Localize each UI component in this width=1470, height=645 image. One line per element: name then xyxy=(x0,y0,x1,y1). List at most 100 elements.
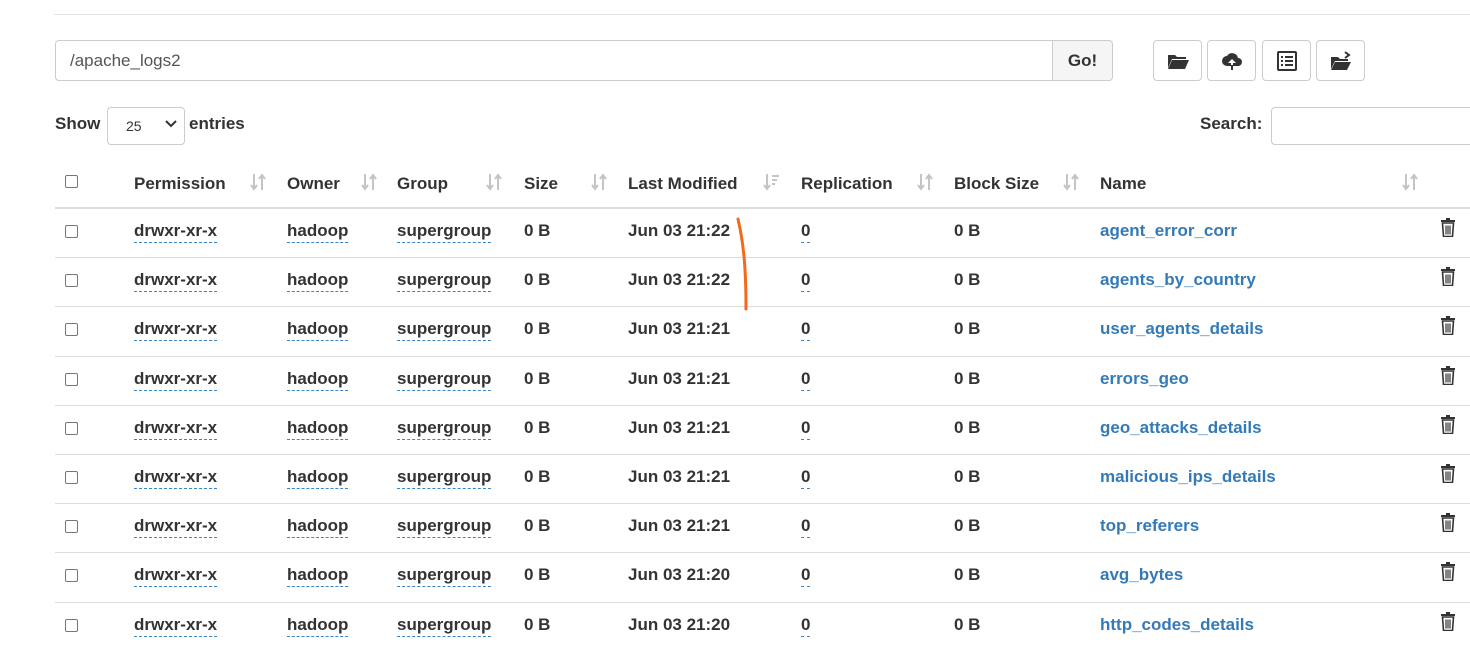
select-all-checkbox[interactable] xyxy=(65,175,78,188)
trash-icon[interactable] xyxy=(1440,414,1456,434)
last-modified-cell: Jun 03 21:21 xyxy=(628,368,731,388)
row-checkbox[interactable] xyxy=(65,520,78,534)
permission-cell[interactable]: drwxr-xr-x xyxy=(134,319,218,342)
last-modified-cell: Jun 03 21:21 xyxy=(628,319,731,339)
replication-cell[interactable]: 0 xyxy=(801,270,811,293)
owner-cell[interactable]: hadoop xyxy=(287,369,349,391)
name-link[interactable]: user_agents_details xyxy=(1100,319,1263,339)
row-checkbox[interactable] xyxy=(65,421,78,435)
folder-open-icon xyxy=(1167,54,1189,69)
sort-icon[interactable] xyxy=(1062,172,1080,192)
row-checkbox[interactable] xyxy=(65,323,78,337)
permission-cell[interactable]: drwxr-xr-x xyxy=(134,516,218,539)
row-checkbox[interactable] xyxy=(65,274,78,288)
replication-cell[interactable]: 0 xyxy=(801,615,811,637)
name-link[interactable]: agent_error_corr xyxy=(1100,221,1237,241)
column-header-name[interactable]: Name xyxy=(1100,174,1146,194)
sort-icon[interactable] xyxy=(916,172,934,192)
permission-cell[interactable]: drwxr-xr-x xyxy=(134,369,218,391)
trash-icon[interactable] xyxy=(1440,513,1456,533)
go-button[interactable]: Go! xyxy=(1052,40,1113,81)
replication-cell[interactable]: 0 xyxy=(801,467,811,489)
search-input[interactable] xyxy=(1271,107,1470,145)
path-bar: Go! xyxy=(55,40,1113,81)
owner-cell[interactable]: hadoop xyxy=(287,319,349,342)
name-link[interactable]: avg_bytes xyxy=(1100,565,1183,585)
replication-cell[interactable]: 0 xyxy=(801,319,811,342)
owner-cell[interactable]: hadoop xyxy=(287,516,349,539)
size-cell: 0 B xyxy=(524,319,551,339)
row-checkbox[interactable] xyxy=(65,618,78,632)
owner-cell[interactable]: hadoop xyxy=(287,418,349,440)
group-cell[interactable]: supergroup xyxy=(397,467,492,489)
group-cell[interactable]: supergroup xyxy=(397,221,492,243)
row-checkbox[interactable] xyxy=(65,569,78,583)
group-cell[interactable]: supergroup xyxy=(397,615,492,637)
owner-cell[interactable]: hadoop xyxy=(287,221,349,243)
column-header-size[interactable]: Size xyxy=(524,174,558,194)
owner-cell[interactable]: hadoop xyxy=(287,565,349,588)
permission-cell[interactable]: drwxr-xr-x xyxy=(134,221,218,243)
entries-select-value: 25 xyxy=(126,118,142,134)
owner-cell[interactable]: hadoop xyxy=(287,615,349,637)
replication-cell[interactable]: 0 xyxy=(801,369,811,391)
name-link[interactable]: geo_attacks_details xyxy=(1100,418,1262,438)
show-label: Show xyxy=(55,114,101,133)
create-directory-button[interactable] xyxy=(1153,40,1202,81)
trash-icon[interactable] xyxy=(1440,562,1456,582)
trash-icon[interactable] xyxy=(1440,365,1456,385)
group-cell[interactable]: supergroup xyxy=(397,418,492,440)
permission-cell[interactable]: drwxr-xr-x xyxy=(134,565,218,588)
trash-icon[interactable] xyxy=(1440,267,1456,287)
last-modified-cell: Jun 03 21:21 xyxy=(628,417,731,437)
replication-cell[interactable]: 0 xyxy=(801,565,811,588)
size-cell: 0 B xyxy=(524,417,551,437)
replication-cell[interactable]: 0 xyxy=(801,221,811,243)
owner-cell[interactable]: hadoop xyxy=(287,270,349,293)
row-checkbox[interactable] xyxy=(65,471,78,484)
column-header-block-size[interactable]: Block Size xyxy=(954,174,1039,194)
name-link[interactable]: malicious_ips_details xyxy=(1100,467,1276,487)
column-header-owner[interactable]: Owner xyxy=(287,174,340,194)
name-link[interactable]: errors_geo xyxy=(1100,369,1189,389)
replication-cell[interactable]: 0 xyxy=(801,418,811,440)
sort-icon[interactable] xyxy=(485,172,503,192)
column-header-last-modified[interactable]: Last Modified xyxy=(628,174,738,194)
search-label: Search: xyxy=(1200,114,1263,133)
trash-icon[interactable] xyxy=(1440,611,1456,631)
trash-icon[interactable] xyxy=(1440,218,1456,237)
group-cell[interactable]: supergroup xyxy=(397,565,492,588)
sort-icon[interactable] xyxy=(360,172,378,192)
trash-icon[interactable] xyxy=(1440,464,1456,483)
upload-button[interactable] xyxy=(1207,40,1256,81)
trash-icon[interactable] xyxy=(1440,316,1456,336)
column-header-group[interactable]: Group xyxy=(397,174,448,194)
row-divider xyxy=(55,404,1470,406)
permission-cell[interactable]: drwxr-xr-x xyxy=(134,418,218,440)
sort-desc-icon[interactable] xyxy=(762,172,780,192)
group-cell[interactable]: supergroup xyxy=(397,516,492,539)
cut-paste-button[interactable] xyxy=(1262,40,1311,81)
permission-cell[interactable]: drwxr-xr-x xyxy=(134,615,218,637)
group-cell[interactable]: supergroup xyxy=(397,270,492,293)
name-link[interactable]: top_referers xyxy=(1100,516,1199,536)
permission-cell[interactable]: drwxr-xr-x xyxy=(134,270,218,293)
paste-button[interactable] xyxy=(1316,40,1365,81)
row-divider xyxy=(55,257,1470,259)
sort-icon[interactable] xyxy=(1401,172,1419,192)
permission-cell[interactable]: drwxr-xr-x xyxy=(134,467,218,489)
row-checkbox[interactable] xyxy=(65,225,78,238)
sort-icon[interactable] xyxy=(249,172,267,192)
name-link[interactable]: http_codes_details xyxy=(1100,615,1254,635)
sort-icon[interactable] xyxy=(590,172,608,192)
owner-cell[interactable]: hadoop xyxy=(287,467,349,489)
name-link[interactable]: agents_by_country xyxy=(1100,270,1256,290)
entries-select[interactable]: 25 xyxy=(107,107,185,145)
group-cell[interactable]: supergroup xyxy=(397,369,492,391)
group-cell[interactable]: supergroup xyxy=(397,319,492,342)
row-checkbox[interactable] xyxy=(65,372,78,386)
replication-cell[interactable]: 0 xyxy=(801,516,811,539)
path-input[interactable] xyxy=(55,40,1052,81)
column-header-permission[interactable]: Permission xyxy=(134,174,226,194)
column-header-replication[interactable]: Replication xyxy=(801,174,893,194)
